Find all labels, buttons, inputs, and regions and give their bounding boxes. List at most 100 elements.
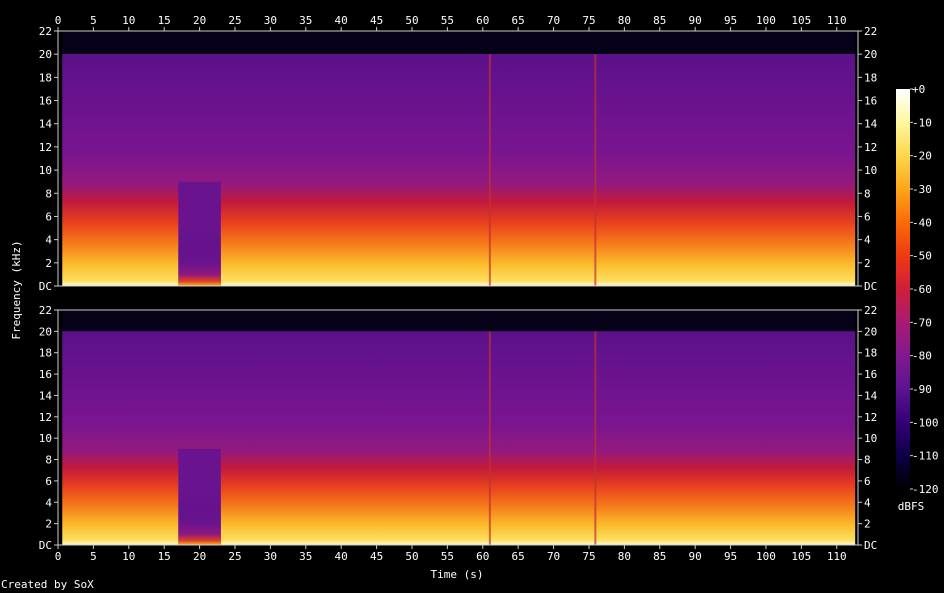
y-tick-label-right: 18 (864, 71, 877, 84)
x-tick-label-bottom: 105 (791, 550, 811, 563)
transient-line (594, 54, 597, 286)
x-tick-label-top: 95 (724, 14, 737, 27)
y-tick-label-right: 12 (864, 141, 877, 154)
y-tick-label-left: 2 (45, 257, 52, 270)
y-tick-label-left: 4 (45, 234, 52, 247)
y-tick-label-right: 22 (864, 25, 877, 38)
y-tick-label-left: 20 (39, 48, 52, 61)
x-tick-label-bottom: 30 (264, 550, 277, 563)
colorbar: +0 -10 -20 -30 -40 -50 -60 -70 -80 -90 -100 -110 -12… (896, 83, 939, 496)
y-tick-label-left: 14 (39, 118, 53, 131)
colorbar-tick-label: -70 (912, 316, 932, 329)
x-tick-label-bottom: 50 (405, 550, 418, 563)
y-tick-label-right: DC (864, 280, 877, 293)
quiet-section-energy (178, 491, 221, 545)
x-tick-label-top: 60 (476, 14, 489, 27)
y-tick-label-right: 14 (864, 389, 878, 402)
x-tick-label-bottom: 70 (547, 550, 560, 563)
colorbar-tick-label: -120 (912, 483, 939, 496)
y-tick-label-right: 18 (864, 347, 877, 360)
quiet-section-energy (178, 228, 221, 286)
x-tick-label-top: 0 (55, 14, 62, 27)
y-tick-label-left: 12 (39, 141, 52, 154)
y-tick-label-right: 20 (864, 325, 877, 338)
y-tick-label-left: 20 (39, 325, 52, 338)
y-tick-label-right: DC (864, 539, 877, 552)
x-tick-label-top: 75 (582, 14, 595, 27)
x-tick-label-top: 25 (228, 14, 241, 27)
x-tick-label-bottom: 15 (158, 550, 171, 563)
x-tick-label-top: 10 (122, 14, 135, 27)
x-tick-label-bottom: 60 (476, 550, 489, 563)
y-tick-label-left: 22 (39, 25, 52, 38)
y-tick-label-left: 2 (45, 518, 52, 531)
x-tick-label-top: 105 (791, 14, 811, 27)
y-tick-label-left: DC (39, 539, 52, 552)
y-tick-label-left: 10 (39, 432, 52, 445)
x-tick-label-bottom: 20 (193, 550, 206, 563)
credit-text: Created by SoX (1, 578, 94, 591)
x-tick-label-bottom: 5 (90, 550, 97, 563)
x-tick-label-bottom: 40 (335, 550, 348, 563)
x-tick-label-bottom: 75 (582, 550, 595, 563)
colorbar-tick-label: +0 (912, 83, 925, 96)
y-tick-label-right: 4 (864, 234, 871, 247)
y-tick-label-right: 6 (864, 210, 871, 223)
y-tick-label-right: 10 (864, 432, 877, 445)
x-tick-label-bottom: 90 (689, 550, 702, 563)
x-tick-label-bottom: 85 (653, 550, 666, 563)
x-tick-label-top: 90 (689, 14, 702, 27)
colorbar-tick-label: -90 (912, 383, 932, 396)
x-tick-label-bottom: 10 (122, 550, 135, 563)
x-tick-label-top: 100 (756, 14, 776, 27)
x-tick-label-bottom: 55 (441, 550, 454, 563)
x-axis-label: Time (s) (431, 568, 484, 581)
y-tick-label-right: 2 (864, 518, 871, 531)
colorbar-gradient (896, 89, 910, 489)
x-tick-label-top: 70 (547, 14, 560, 27)
y-tick-label-left: 6 (45, 210, 52, 223)
colorbar-tick-label: -40 (912, 216, 932, 229)
y-tick-label-left: 16 (39, 368, 52, 381)
y-tick-label-left: 4 (45, 496, 52, 509)
channel-panel-1 (57, 30, 859, 287)
x-tick-label-bottom: 45 (370, 550, 383, 563)
transient-line (488, 331, 491, 545)
x-tick-label-top: 80 (618, 14, 631, 27)
colorbar-tick-label: -30 (912, 183, 932, 196)
spectrogram-chart: DC DC2 24 46 68 810 1012 1214 1416 1618 1820 2022 22… (10, 14, 939, 581)
channel-panel-2 (57, 309, 859, 546)
colorbar-label: dBFS (898, 500, 925, 513)
y-tick-label-left: 8 (45, 187, 52, 200)
x-tick-label-top: 15 (158, 14, 171, 27)
y-tick-label-left: 10 (39, 164, 52, 177)
colorbar-tick-label: -50 (912, 250, 932, 263)
y-tick-label-right: 6 (864, 475, 871, 488)
x-tick-label-top: 50 (405, 14, 418, 27)
x-tick-label-top: 65 (512, 14, 525, 27)
transient-line (594, 331, 597, 545)
x-tick-label-top: 30 (264, 14, 277, 27)
y-tick-label-right: 16 (864, 368, 877, 381)
y-tick-label-left: 18 (39, 71, 52, 84)
colorbar-tick-label: -10 (912, 116, 932, 129)
x-tick-label-top: 20 (193, 14, 206, 27)
y-tick-label-left: 16 (39, 95, 52, 108)
y-tick-label-left: 14 (39, 389, 53, 402)
y-tick-label-right: 12 (864, 411, 877, 424)
y-tick-label-right: 20 (864, 48, 877, 61)
x-tick-label-top: 55 (441, 14, 454, 27)
x-tick-label-top: 5 (90, 14, 97, 27)
y-tick-label-right: 2 (864, 257, 871, 270)
x-tick-label-bottom: 110 (827, 550, 847, 563)
y-tick-label-left: 22 (39, 304, 52, 317)
y-tick-label-left: 8 (45, 454, 52, 467)
x-tick-label-bottom: 0 (55, 550, 62, 563)
colorbar-tick-label: -80 (912, 350, 932, 363)
y-tick-label-left: 18 (39, 347, 52, 360)
y-tick-label-right: 14 (864, 118, 878, 131)
channel-plots (57, 30, 859, 546)
colorbar-tick-label: -110 (912, 450, 939, 463)
x-tick-label-bottom: 80 (618, 550, 631, 563)
x-tick-label-top: 45 (370, 14, 383, 27)
